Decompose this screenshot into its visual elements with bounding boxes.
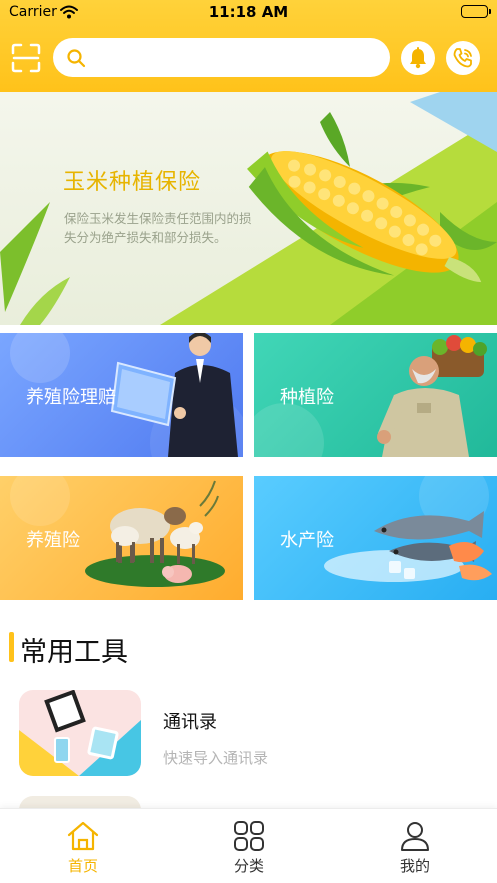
card-label: 种植险 bbox=[280, 387, 334, 408]
contacts-icon bbox=[19, 690, 141, 776]
card-planting-insurance[interactable]: 种植险 bbox=[254, 333, 497, 457]
status-bar: Carrier 11:18 AM bbox=[0, 0, 497, 26]
search-bar[interactable] bbox=[53, 38, 390, 77]
card-label: 养殖险 bbox=[26, 530, 80, 551]
tab-home[interactable]: 首页 bbox=[0, 809, 166, 883]
phone-icon bbox=[453, 48, 472, 68]
section-accent-bar bbox=[9, 632, 14, 662]
card-breeding-claims[interactable]: 养殖险理赔 bbox=[0, 333, 243, 457]
tab-label: 我的 bbox=[399, 857, 430, 875]
home-icon bbox=[67, 821, 99, 851]
tool-item-contacts[interactable]: 通讯录 快速导入通讯录 bbox=[0, 690, 497, 780]
tab-category[interactable]: 分类 bbox=[166, 809, 332, 883]
battery-icon bbox=[461, 5, 491, 18]
phone-button[interactable] bbox=[446, 41, 480, 75]
card-label: 养殖险理赔 bbox=[26, 387, 116, 408]
card-breeding-insurance[interactable]: 养殖险 bbox=[0, 476, 243, 600]
bell-icon bbox=[410, 47, 426, 69]
search-input[interactable] bbox=[93, 44, 378, 71]
person-icon bbox=[401, 822, 429, 851]
tool-name: 通讯录 bbox=[163, 712, 217, 733]
grid-icon bbox=[234, 821, 264, 851]
section-title: 常用工具 bbox=[20, 637, 128, 668]
scan-icon[interactable] bbox=[11, 43, 41, 73]
banner-description: 保险玉米发生保险责任范围内的损失分为绝产损失和部分损失。 bbox=[64, 211, 252, 245]
tool-description: 快速导入通讯录 bbox=[163, 749, 269, 767]
bottom-tab-bar: 首页 分类 我的 bbox=[0, 808, 497, 883]
banner-title: 玉米种植保险 bbox=[63, 170, 202, 195]
tab-label: 分类 bbox=[233, 857, 264, 875]
contacts-thumbnail bbox=[19, 690, 141, 776]
notification-button[interactable] bbox=[401, 41, 435, 75]
top-header: Carrier 11:18 AM bbox=[0, 0, 497, 92]
card-aquatic-insurance[interactable]: 水产险 bbox=[254, 476, 497, 600]
card-label: 水产险 bbox=[280, 530, 334, 551]
status-time: 11:18 AM bbox=[208, 3, 289, 21]
search-icon bbox=[66, 48, 86, 72]
tab-profile[interactable]: 我的 bbox=[332, 809, 497, 883]
promo-banner[interactable]: 玉米种植保险 保险玉米发生保险责任范围内的损失分为绝产损失和部分损失。 bbox=[0, 92, 497, 325]
tab-label: 首页 bbox=[67, 857, 98, 875]
